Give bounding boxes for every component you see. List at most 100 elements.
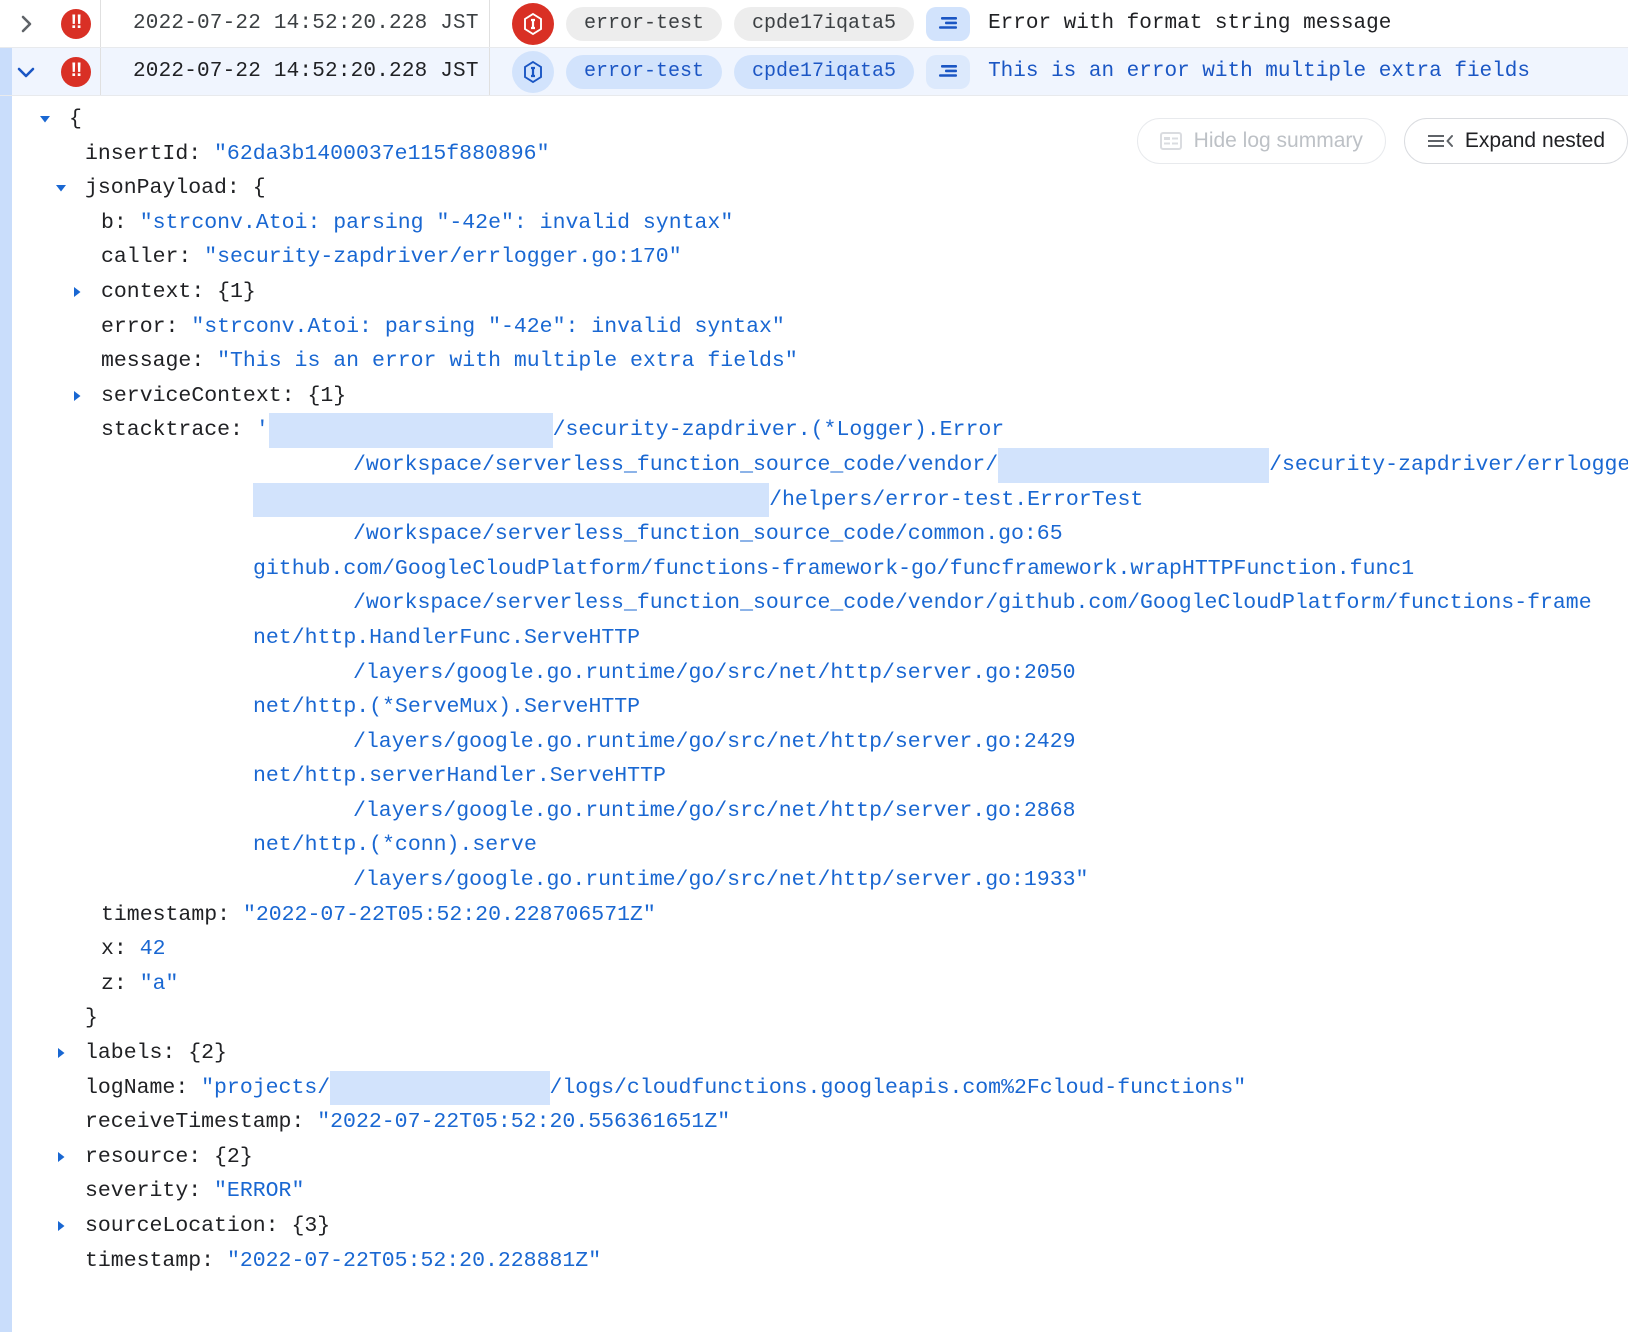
json-line-text: timestamp: "2022-07-22T05:52:20.228881Z": [85, 1244, 601, 1279]
json-line-text: caller: "security-zapdriver/errlogger.go…: [101, 240, 682, 275]
chevron-right-icon[interactable]: [0, 13, 52, 35]
twisty-collapsed-icon[interactable]: [52, 1140, 70, 1175]
error-severity-icon: !!: [52, 56, 100, 87]
json-value: net/http.(*conn).serve: [253, 833, 537, 858]
json-punctuation: {2}: [188, 1041, 227, 1066]
twisty-collapsed-icon[interactable]: [68, 275, 86, 310]
json-punctuation: {: [69, 107, 82, 131]
redacted-value: [998, 447, 1270, 483]
json-line-text: net/http.HandlerFunc.ServeHTTP: [253, 621, 640, 656]
redacted-value: [253, 482, 770, 518]
json-line: message: "This is an error with multiple…: [0, 344, 1628, 379]
json-line-text: b: "strconv.Atoi: parsing "-42e": invali…: [101, 206, 733, 241]
resource-chip[interactable]: error-test: [566, 54, 723, 89]
twisty-expanded-icon[interactable]: [52, 171, 70, 206]
json-line-text: x: 42: [101, 932, 166, 967]
error-severity-icon: !!: [52, 8, 100, 39]
json-line-text: z: "a": [101, 967, 178, 1002]
json-value: /helpers/error-test.ErrorTest: [769, 487, 1144, 512]
log-summary-icon[interactable]: [926, 54, 971, 89]
json-value: 42: [139, 937, 166, 962]
json-value: "This is an error with multiple extra fi…: [217, 349, 798, 374]
json-line: stacktrace: ' /security-zapdriver.(*Logg…: [0, 413, 1628, 448]
twisty-collapsed-icon[interactable]: [52, 1036, 70, 1071]
instance-chip[interactable]: cpde17iqata5: [734, 6, 915, 41]
twisty-collapsed-icon[interactable]: [52, 1209, 70, 1244]
instance-chip[interactable]: cpde17iqata5: [734, 54, 915, 89]
log-entry-viewer: !! 2022-07-22 14:52:20.228 JST error-test c…: [0, 0, 1628, 1334]
severity-dot: !!: [61, 8, 91, 39]
json-line-text: logName: "projects/ /logs/cloudfunctions…: [85, 1070, 1247, 1106]
json-value: "62da3b1400037e115f880896": [214, 141, 550, 166]
resource-chip[interactable]: error-test: [566, 6, 723, 41]
summary-card-icon: [1159, 132, 1182, 150]
twisty-expanded-icon[interactable]: [36, 102, 54, 137]
json-line: github.com/GoogleCloudPlatform/functions…: [0, 552, 1628, 587]
json-key: z:: [101, 971, 140, 996]
json-value: /workspace/serverless_function_source_co…: [353, 591, 1592, 616]
json-value: /workspace/serverless_function_source_co…: [353, 522, 1063, 547]
json-line-text: resource: {2}: [85, 1140, 253, 1175]
json-line: /workspace/serverless_function_source_co…: [0, 517, 1628, 552]
json-value: net/http.(*ServeMux).ServeHTTP: [253, 695, 641, 720]
json-value: net/http.serverHandler.ServeHTTP: [253, 764, 666, 789]
json-line-text: net/http.(*ServeMux).ServeHTTP: [253, 690, 640, 725]
json-line: /layers/google.go.runtime/go/src/net/htt…: [0, 794, 1628, 829]
json-value: /logs/cloudfunctions.googleapis.com%2Fcl…: [549, 1075, 1247, 1100]
log-timestamp: 2022-07-22 14:52:20.228 JST: [133, 12, 479, 35]
log-timestamp: 2022-07-22 14:52:20.228 JST: [133, 60, 479, 83]
json-value: "2022-07-22T05:52:20.228881Z": [226, 1248, 602, 1273]
json-key: message:: [101, 349, 218, 374]
json-line: net/http.(*ServeMux).ServeHTTP: [0, 690, 1628, 725]
expand-nested-button[interactable]: Expand nested: [1403, 118, 1628, 164]
json-value: "strconv.Atoi: parsing "-42e": invalid s…: [139, 210, 734, 235]
json-key: resource:: [85, 1144, 215, 1169]
log-row[interactable]: !! 2022-07-22 14:52:20.228 JST error-test c…: [0, 0, 1628, 48]
hide-log-summary-label: Hide log summary: [1193, 129, 1363, 152]
json-value: /layers/google.go.runtime/go/src/net/htt…: [353, 660, 1076, 685]
log-row[interactable]: !! 2022-07-22 14:52:20.228 JST error-test c…: [0, 48, 1628, 96]
json-line: context: {1}: [0, 275, 1628, 310]
json-line-text: net/http.serverHandler.ServeHTTP: [253, 759, 666, 794]
json-value: "a": [139, 971, 179, 996]
json-key: logName:: [85, 1075, 202, 1100]
hide-log-summary-button[interactable]: Hide log summary: [1136, 118, 1386, 164]
json-line-text: {: [69, 102, 82, 137]
json-key: timestamp:: [85, 1248, 227, 1273]
json-line: }: [0, 1001, 1628, 1036]
cloud-functions-icon: [512, 2, 554, 45]
json-value: "2022-07-22T05:52:20.556361651Z": [317, 1110, 731, 1135]
json-key: insertId:: [85, 141, 215, 166]
json-line-text: serviceContext: {1}: [101, 379, 346, 414]
json-value: /security-zapdriver/errlogger: [1269, 452, 1628, 477]
json-line: /layers/google.go.runtime/go/src/net/htt…: [0, 656, 1628, 691]
json-key: jsonPayload:: [85, 176, 253, 201]
json-line: /layers/google.go.runtime/go/src/net/htt…: [0, 725, 1628, 760]
json-value: "2022-07-22T05:52:20.228706571Z": [242, 902, 656, 927]
json-line: serviceContext: {1}: [0, 379, 1628, 414]
chevron-down-icon[interactable]: [0, 61, 52, 83]
json-value: "projects/: [201, 1075, 331, 1100]
json-key: caller:: [101, 245, 205, 270]
json-line-text: net/http.(*conn).serve: [253, 828, 537, 863]
json-line-text: jsonPayload: {: [85, 171, 266, 206]
json-line: b: "strconv.Atoi: parsing "-42e": invali…: [0, 206, 1628, 241]
json-line: x: 42: [0, 932, 1628, 967]
json-line: /helpers/error-test.ErrorTest: [0, 482, 1628, 518]
json-line: severity: "ERROR": [0, 1174, 1628, 1209]
twisty-collapsed-icon[interactable]: [68, 379, 86, 414]
json-key: timestamp:: [101, 902, 243, 927]
expand-nested-icon: [1427, 132, 1453, 150]
log-row-cells: error-test cpde17iqata5 Error with format …: [490, 2, 1391, 45]
redacted-value: [268, 413, 553, 448]
json-line: receiveTimestamp: "2022-07-22T05:52:20.5…: [0, 1105, 1628, 1140]
json-line-text: /workspace/serverless_function_source_co…: [353, 447, 1628, 483]
json-line-text: insertId: "62da3b1400037e115f880896": [85, 137, 550, 172]
json-payload-viewer: {insertId: "62da3b1400037e115f880896" jso…: [0, 96, 1628, 1332]
json-value: net/http.HandlerFunc.ServeHTTP: [253, 625, 641, 650]
log-rows-list: !! 2022-07-22 14:52:20.228 JST error-test c…: [0, 0, 1628, 96]
log-summary-icon[interactable]: [926, 6, 971, 41]
json-line: sourceLocation: {3}: [0, 1209, 1628, 1244]
json-value: /workspace/serverless_function_source_co…: [353, 452, 999, 477]
json-value: "ERROR": [214, 1179, 305, 1204]
